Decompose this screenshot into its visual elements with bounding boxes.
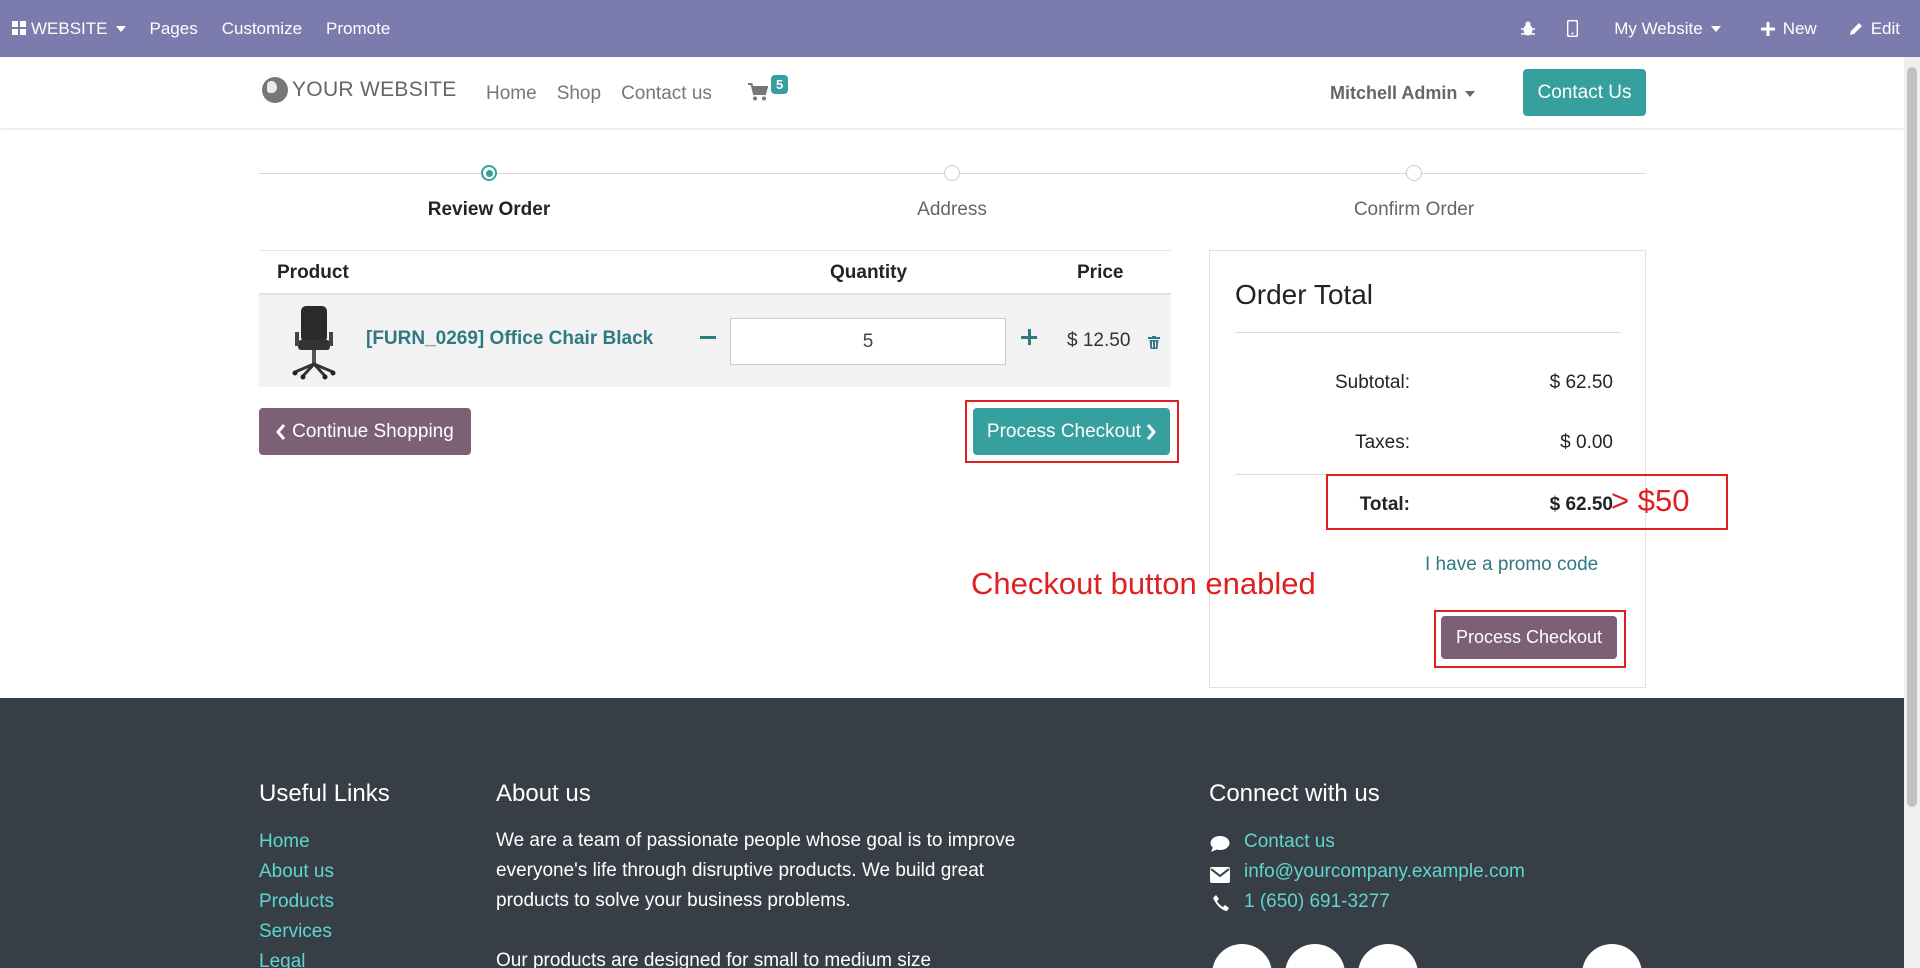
order-total-title: Order Total <box>1235 279 1373 310</box>
header-quantity: Quantity <box>830 262 908 283</box>
step-indicator-confirm <box>1406 165 1422 181</box>
about-line: We are a team of passionate people whose… <box>496 830 1016 851</box>
nav-link-home[interactable]: Home <box>486 83 537 105</box>
site-logo[interactable]: YOUR WEBSITE <box>262 77 457 103</box>
chevron-right-icon <box>1146 423 1157 440</box>
taxes-label: Taxes: <box>1355 432 1410 453</box>
product-image <box>292 306 336 380</box>
subtotal-value: $ 62.50 <box>1549 372 1613 393</box>
footer-link-legal[interactable]: Legal <box>259 951 306 968</box>
continue-shopping-button[interactable]: Continue Shopping <box>259 408 471 455</box>
promote-menu[interactable]: Promote <box>314 0 402 57</box>
footer-link-services[interactable]: Services <box>259 921 332 943</box>
quantity-input[interactable] <box>730 318 1006 365</box>
new-button-label: New <box>1782 18 1817 38</box>
about-line: products to solve your business problems… <box>496 890 851 911</box>
chevron-down-icon <box>1465 90 1476 97</box>
header-product: Product <box>277 262 349 283</box>
user-menu[interactable]: Mitchell Admin <box>1330 83 1476 104</box>
step-indicator-review <box>481 165 497 181</box>
footer-link-about[interactable]: About us <box>259 861 334 883</box>
cart-table-header: Product Quantity Price <box>259 250 1171 295</box>
new-button[interactable]: New <box>1741 0 1837 57</box>
main-menu: Home Shop Contact us <box>486 83 732 105</box>
comment-icon <box>1210 836 1230 852</box>
nav-link-shop[interactable]: Shop <box>557 83 601 105</box>
site-logo-text: YOUR WEBSITE <box>292 78 457 101</box>
footer-email-link[interactable]: info@yourcompany.example.com <box>1244 861 1525 883</box>
header-price: Price <box>1077 262 1124 283</box>
table-row: [FURN_0269] Office Chair Black $ 12.50 <box>259 295 1171 387</box>
mobile-icon <box>1567 20 1579 37</box>
footer-connect-title: Connect with us <box>1209 780 1380 807</box>
trash-icon[interactable] <box>1148 336 1160 349</box>
shopping-cart-icon <box>748 83 769 101</box>
decrease-quantity-button[interactable] <box>698 322 720 352</box>
scrollbar-thumb[interactable] <box>1907 67 1917 807</box>
footer: Useful Links Home About us Products Serv… <box>0 698 1904 968</box>
step-review-order: Review Order <box>427 199 551 220</box>
chevron-down-icon <box>115 25 126 32</box>
footer-contact-link[interactable]: Contact us <box>1244 831 1335 853</box>
edit-button[interactable]: Edit <box>1837 0 1912 57</box>
chevron-down-icon <box>1710 25 1721 32</box>
debug-button[interactable] <box>1505 0 1551 57</box>
bug-icon <box>1521 21 1536 35</box>
product-name-link[interactable]: [FURN_0269] Office Chair Black <box>366 328 653 350</box>
mobile-preview-button[interactable] <box>1551 0 1594 57</box>
increase-quantity-button[interactable] <box>1019 322 1041 352</box>
footer-useful-links-title: Useful Links <box>259 780 390 807</box>
footer-about-title: About us <box>496 780 591 807</box>
annotation-total-threshold: > $50 <box>1611 483 1690 518</box>
plus-icon <box>1760 21 1775 36</box>
annotation-checkout-enabled: Checkout button enabled <box>971 566 1316 601</box>
globe-icon <box>262 77 288 103</box>
subtotal-label: Subtotal: <box>1335 372 1410 393</box>
apps-grid-icon <box>12 21 26 35</box>
taxes-value: $ 0.00 <box>1560 432 1613 453</box>
envelope-icon <box>1210 867 1230 883</box>
customize-menu[interactable]: Customize <box>210 0 314 57</box>
step-address: Address <box>917 199 987 220</box>
edit-button-label: Edit <box>1870 18 1900 38</box>
footer-about-text: We are a team of passionate people whose… <box>496 826 1056 968</box>
page-scrollbar[interactable] <box>1904 57 1920 968</box>
process-checkout-button[interactable]: Process Checkout <box>973 408 1170 455</box>
cart-count-badge: 5 <box>771 75 789 94</box>
about-line: everyone's life through disruptive produ… <box>496 860 985 881</box>
footer-link-products[interactable]: Products <box>259 891 334 913</box>
website-selector-label: My Website <box>1614 18 1703 38</box>
admin-bar: WEBSITE Pages Customize Promote My Websi… <box>0 0 1920 57</box>
highlight-secondary-checkout <box>1434 610 1626 668</box>
website-menu[interactable]: WEBSITE <box>0 0 138 57</box>
website-menu-label: WEBSITE <box>31 18 108 38</box>
phone-icon <box>1213 895 1229 911</box>
about-line: Our products are designed for small to m… <box>496 950 932 968</box>
process-checkout-label: Process Checkout <box>986 420 1142 442</box>
about-spacer <box>496 916 1056 946</box>
step-indicator-address <box>944 165 960 181</box>
chevron-left-icon <box>276 423 286 440</box>
continue-shopping-label: Continue Shopping <box>292 420 454 442</box>
step-confirm-order: Confirm Order <box>1353 199 1475 220</box>
footer-link-home[interactable]: Home <box>259 831 310 853</box>
promo-code-link[interactable]: I have a promo code <box>1425 554 1598 576</box>
website-selector[interactable]: My Website <box>1594 0 1741 57</box>
contact-us-button[interactable]: Contact Us <box>1523 69 1646 116</box>
cart-table: Product Quantity Price [FURN_0269] Offic… <box>259 250 1171 387</box>
cart-link[interactable] <box>748 83 769 106</box>
footer-phone-link[interactable]: 1 (650) 691-3277 <box>1244 891 1390 913</box>
pages-menu[interactable]: Pages <box>138 0 210 57</box>
nav-link-contact[interactable]: Contact us <box>621 83 712 105</box>
product-price: $ 12.50 <box>1067 330 1131 351</box>
pencil-icon <box>1849 23 1862 35</box>
user-name: Mitchell Admin <box>1330 83 1458 103</box>
divider <box>1235 332 1621 333</box>
